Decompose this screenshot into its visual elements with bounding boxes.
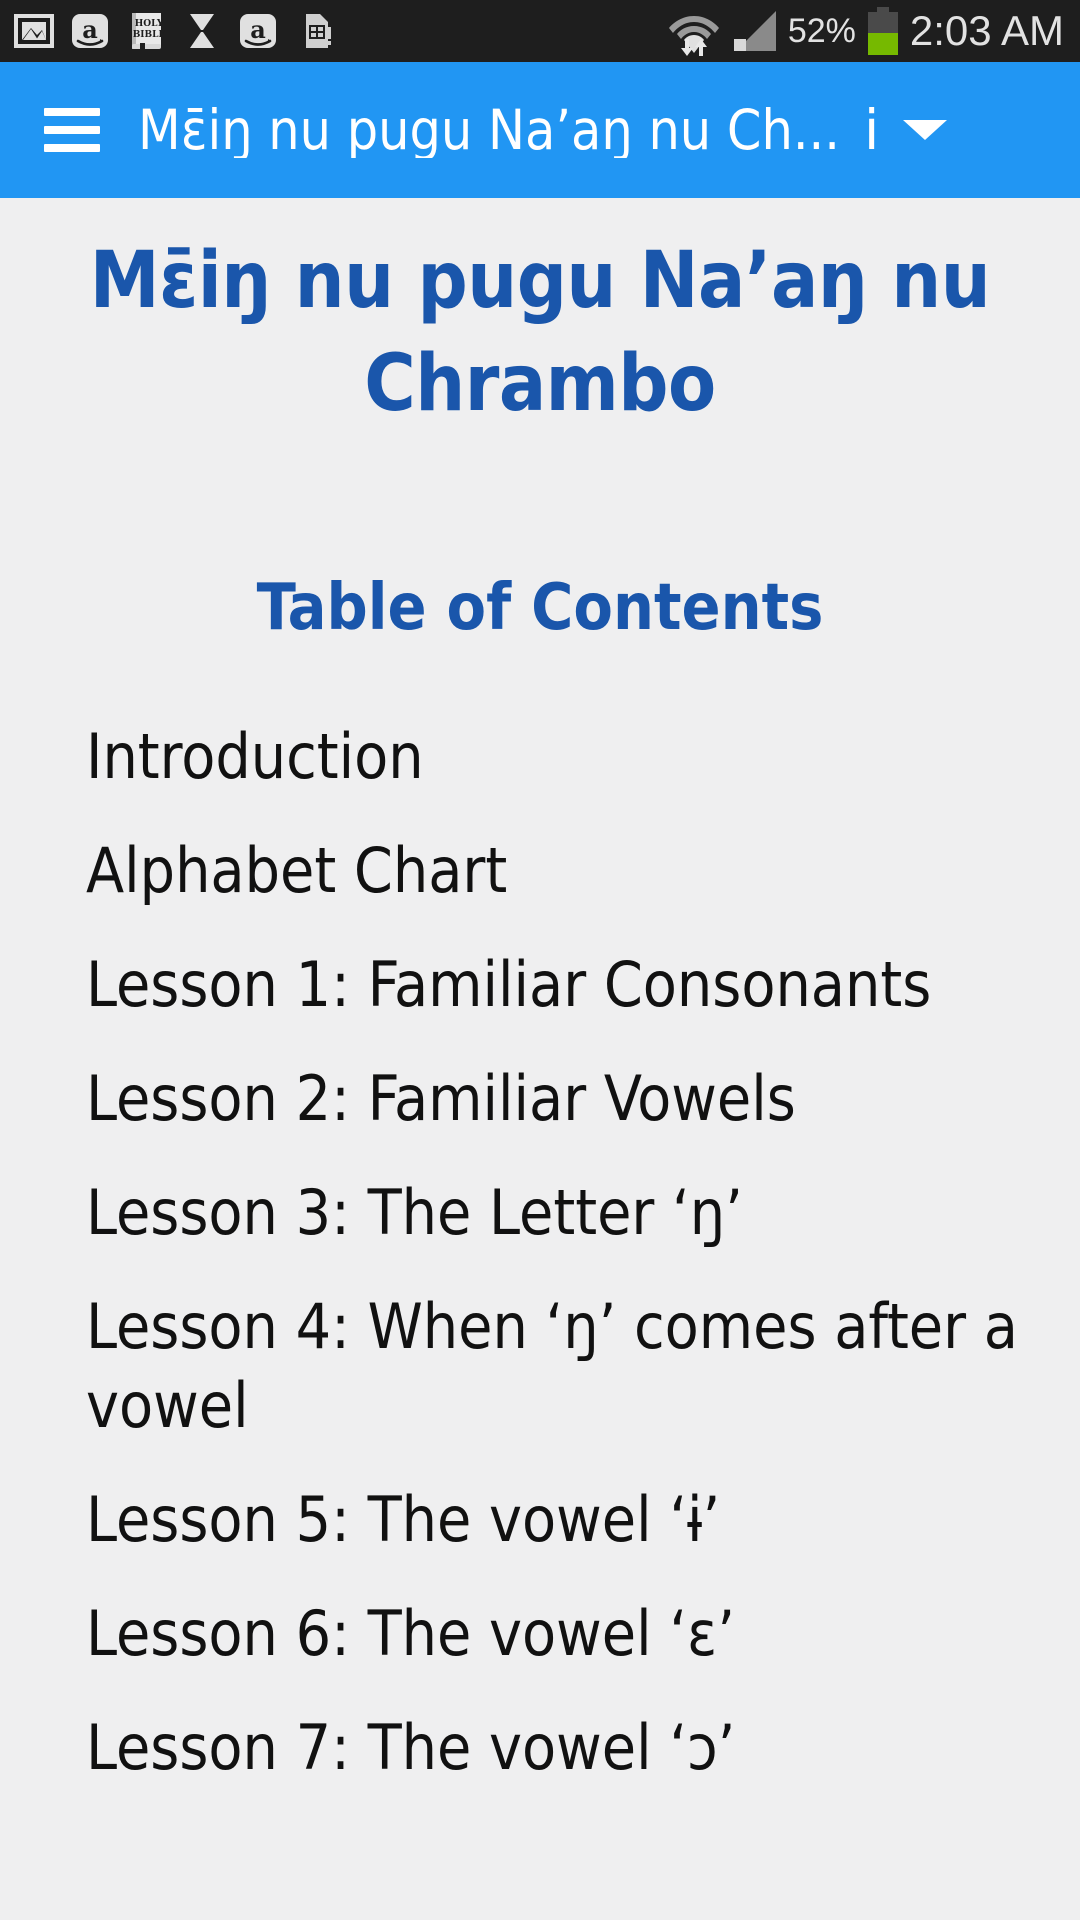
status-bar-system-icons: 52% 2:03 AM xyxy=(668,6,1070,56)
info-icon[interactable]: i xyxy=(864,102,879,158)
amazon-app-icon-2: a xyxy=(240,14,276,48)
svg-text:BIBLE: BIBLE xyxy=(133,30,166,40)
amazon-app-icon: a xyxy=(72,14,108,48)
content-area: Mɛ̄iŋ nu pugu Na’aŋ nu Chrambo Table of … xyxy=(0,198,1080,1920)
app-bar: Mɛ̄iŋ nu pugu Na’aŋ nu Ch... i xyxy=(0,62,1080,198)
app-bar-title: Mɛ̄iŋ nu pugu Na’aŋ nu Ch... xyxy=(138,102,840,158)
battery-percent-label: 52% xyxy=(787,12,856,50)
wifi-with-data-transfer-icon xyxy=(668,16,719,56)
holy-bible-icon: HOLY BIBLE xyxy=(132,13,166,50)
cell-signal-icon xyxy=(733,11,776,51)
hamburger-bar-1 xyxy=(44,108,100,116)
list-item[interactable]: Alphabet Chart xyxy=(86,832,1032,910)
sim-card-alert-icon xyxy=(306,14,331,48)
status-bar-notification-icons: a HOLY BIBLE a xyxy=(14,11,334,51)
dropdown-caret-icon[interactable] xyxy=(903,120,948,140)
svg-text:a: a xyxy=(82,15,98,44)
hourglass-icon xyxy=(190,14,214,48)
svg-text:HOLY: HOLY xyxy=(135,19,164,29)
hamburger-bar-2 xyxy=(44,126,100,134)
list-item[interactable]: Lesson 4: When ‘ŋ’ comes after a vowel xyxy=(86,1288,1032,1444)
status-bar: a HOLY BIBLE a 52% 2:03 AM xyxy=(0,0,1080,62)
list-item[interactable]: Introduction xyxy=(86,718,1032,796)
gallery-image-icon xyxy=(14,14,54,48)
table-of-contents-list: Introduction Alphabet Chart Lesson 1: Fa… xyxy=(28,718,1052,1787)
table-of-contents-heading: Table of Contents xyxy=(256,570,824,645)
list-item[interactable]: Lesson 6: The vowel ‘ɛ’ xyxy=(86,1595,1032,1673)
hamburger-bar-3 xyxy=(44,144,100,152)
svg-text:a: a xyxy=(250,15,266,44)
battery-icon xyxy=(867,7,898,55)
list-item[interactable]: Lesson 7: The vowel ‘ɔ’ xyxy=(86,1709,1032,1787)
page-title: Mɛ̄iŋ nu pugu Na’aŋ nu Chrambo xyxy=(89,236,991,429)
list-item[interactable]: Lesson 5: The vowel ‘ɨ’ xyxy=(86,1481,1032,1559)
list-item[interactable]: Lesson 3: The Letter ‘ŋ’ xyxy=(86,1174,1032,1252)
hamburger-menu-icon[interactable] xyxy=(44,108,100,152)
list-item[interactable]: Lesson 2: Familiar Vowels xyxy=(86,1060,1032,1138)
status-bar-clock: 2:03 AM xyxy=(909,7,1064,54)
list-item[interactable]: Lesson 1: Familiar Consonants xyxy=(86,946,1032,1024)
